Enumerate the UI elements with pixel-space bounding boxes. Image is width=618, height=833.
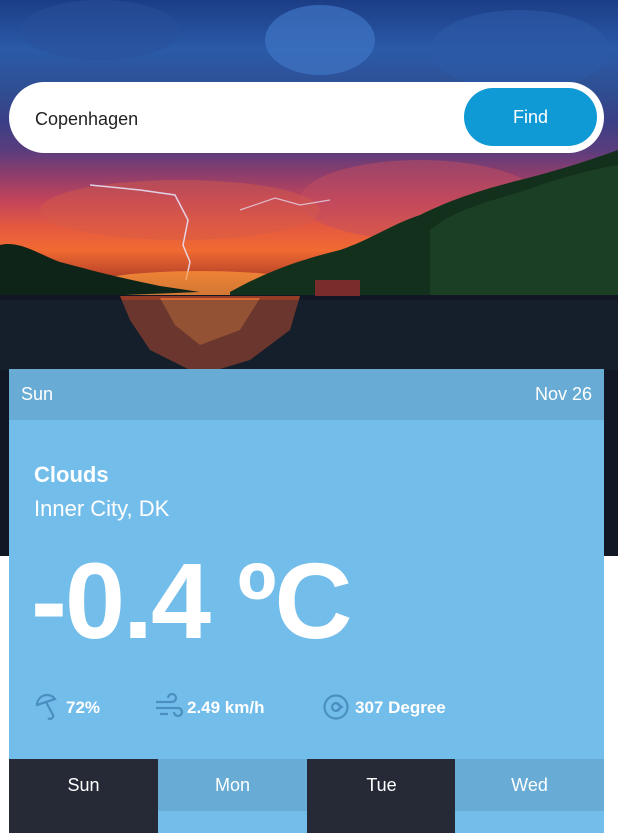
tab-mon[interactable]: Mon	[158, 759, 307, 811]
tab-mon-panel	[158, 811, 307, 833]
card-header: Sun Nov 26	[9, 369, 604, 420]
tab-sun[interactable]: Sun	[9, 759, 158, 811]
tab-wed[interactable]: Wed	[455, 759, 604, 811]
search-bar: Find	[9, 82, 604, 153]
compass-icon	[323, 694, 349, 720]
temperature: -0.4 ºC	[31, 540, 353, 661]
direction-value: 307 Degree	[355, 698, 446, 717]
current-day: Sun	[21, 384, 54, 404]
tab-tue[interactable]: Tue	[307, 759, 456, 811]
tab-sun-panel	[9, 811, 158, 833]
find-button[interactable]: Find	[464, 88, 597, 146]
wind-value: 2.49 km/h	[187, 698, 265, 717]
humidity-value: 72%	[66, 698, 101, 717]
location-label: Inner City, DK	[34, 496, 170, 521]
tab-tue-panel	[307, 811, 456, 833]
umbrella-icon	[35, 693, 57, 720]
current-date: Nov 26	[534, 384, 592, 404]
weather-condition: Clouds	[34, 462, 109, 487]
forecast-tabs: Sun Mon Tue Wed	[9, 759, 604, 833]
tab-wed-panel	[455, 811, 604, 833]
city-search-input[interactable]	[33, 100, 447, 138]
wind-icon	[156, 693, 184, 718]
